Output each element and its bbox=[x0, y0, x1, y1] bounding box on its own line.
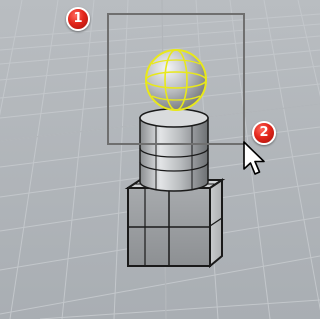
mouse-pointer-arrow-icon bbox=[243, 141, 265, 175]
viewport-perspective[interactable]: 1 2 bbox=[0, 0, 320, 319]
box-object[interactable] bbox=[124, 178, 226, 269]
cylinder-object[interactable] bbox=[139, 108, 209, 192]
callout-marker-1: 1 bbox=[66, 7, 90, 31]
sphere-object-selected[interactable] bbox=[145, 49, 207, 111]
scene-canvas bbox=[0, 0, 320, 319]
